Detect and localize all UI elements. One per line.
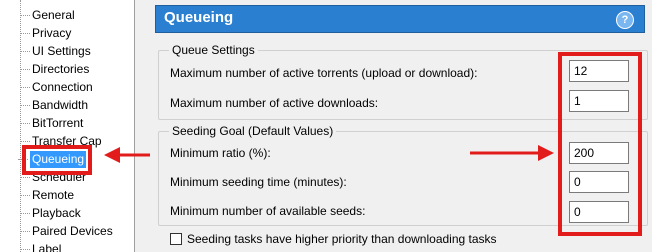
annotation-arrows xyxy=(104,145,554,163)
arrow-to-min-ratio xyxy=(470,145,554,161)
arrow-to-queueing xyxy=(104,147,150,163)
